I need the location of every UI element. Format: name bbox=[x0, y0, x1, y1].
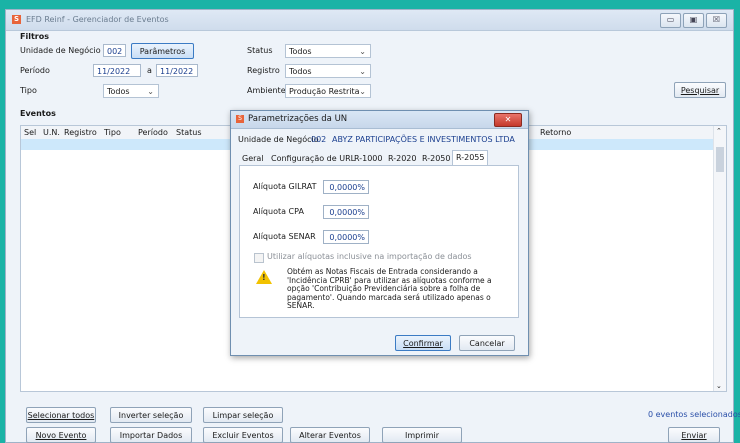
ambiente-select-value: Produção Restrita bbox=[289, 87, 360, 96]
type-label: Tipo bbox=[20, 86, 37, 95]
gilrat-input[interactable]: 0,0000% bbox=[323, 180, 369, 194]
print-button[interactable]: Imprimir bbox=[382, 427, 462, 443]
status-select-value: Todos bbox=[289, 47, 312, 56]
tab-geral[interactable]: Geral bbox=[239, 152, 267, 166]
status-select[interactable]: Todos ⌄ bbox=[285, 44, 371, 58]
tab-r2055[interactable]: R-2055 bbox=[452, 150, 489, 165]
gilrat-label: Alíquota GILRAT bbox=[253, 182, 317, 191]
selected-count: 0 eventos selecionados bbox=[648, 410, 740, 419]
minimize-button[interactable]: ▭ bbox=[660, 13, 681, 28]
app-icon: S bbox=[236, 115, 244, 123]
type-select-value: Todos bbox=[107, 87, 130, 96]
chevron-down-icon: ⌄ bbox=[359, 67, 366, 76]
dialog-unit-label: Unidade de Negócio bbox=[238, 135, 319, 144]
import-data-button[interactable]: Importar Dados bbox=[110, 427, 192, 443]
params-button[interactable]: Parâmetros bbox=[131, 43, 194, 59]
unit-label: Unidade de Negócio bbox=[20, 46, 101, 55]
tab-r2020[interactable]: R-2020 bbox=[385, 152, 419, 166]
events-heading: Eventos bbox=[20, 109, 56, 118]
ambiente-label: Ambiente bbox=[247, 86, 286, 95]
vertical-scrollbar[interactable]: ⌃ ⌄ bbox=[713, 126, 726, 391]
scroll-up-icon[interactable]: ⌃ bbox=[716, 127, 722, 135]
invert-selection-button[interactable]: Inverter seleção bbox=[110, 407, 192, 423]
dialog-close-button[interactable]: ✕ bbox=[494, 113, 522, 127]
search-button[interactable]: Pesquisar bbox=[674, 82, 726, 98]
dialog-unit-code: 002 bbox=[311, 135, 327, 144]
dialog-unit-name: ABYZ PARTICIPAÇÕES E INVESTIMENTOS LTDA bbox=[332, 135, 515, 144]
status-label: Status bbox=[247, 46, 273, 55]
col-registro[interactable]: Registro bbox=[64, 128, 97, 137]
send-button[interactable]: Enviar bbox=[668, 427, 720, 443]
import-rates-checkbox[interactable] bbox=[254, 253, 264, 263]
r2055-panel: Alíquota GILRAT 0,0000% Alíquota CPA 0,0… bbox=[239, 165, 519, 318]
dialog-title-bar[interactable]: S Parametrizações da UN ✕ bbox=[231, 111, 528, 129]
tab-r1000[interactable]: R-1000 bbox=[351, 152, 385, 166]
cpa-label: Alíquota CPA bbox=[253, 207, 304, 216]
period-label: Período bbox=[20, 66, 50, 75]
new-event-button[interactable]: Novo Evento bbox=[26, 427, 96, 443]
select-all-button[interactable]: Selecionar todos bbox=[26, 407, 96, 423]
chevron-down-icon: ⌄ bbox=[359, 47, 366, 56]
period-separator: a bbox=[147, 66, 152, 75]
dialog-title: Parametrizações da UN bbox=[248, 114, 348, 124]
warning-message: Obtém as Notas Fiscais de Entrada consid… bbox=[287, 267, 492, 311]
col-status[interactable]: Status bbox=[176, 128, 202, 137]
col-un[interactable]: U.N. bbox=[43, 128, 60, 137]
cancel-button[interactable]: Cancelar bbox=[459, 335, 515, 351]
chevron-down-icon: ⌄ bbox=[147, 87, 154, 96]
filters-heading: Filtros bbox=[20, 32, 49, 41]
tab-r2050[interactable]: R-2050 bbox=[419, 152, 453, 166]
delete-events-button[interactable]: Excluir Eventos bbox=[203, 427, 283, 443]
col-tipo[interactable]: Tipo bbox=[104, 128, 121, 137]
cpa-input[interactable]: 0,0000% bbox=[323, 205, 369, 219]
col-retorno[interactable]: Retorno bbox=[540, 128, 571, 137]
tab-url-config[interactable]: Configuração de URL bbox=[268, 152, 358, 166]
scroll-down-icon[interactable]: ⌄ bbox=[716, 382, 722, 390]
col-sel[interactable]: Sel bbox=[24, 128, 36, 137]
app-icon: S bbox=[12, 15, 21, 24]
type-select[interactable]: Todos ⌄ bbox=[103, 84, 159, 98]
window-title: EFD Reinf - Gerenciador de Eventos bbox=[26, 15, 169, 24]
unit-input[interactable]: 002 bbox=[103, 44, 126, 57]
chevron-down-icon: ⌄ bbox=[359, 87, 366, 96]
senar-input[interactable]: 0,0000% bbox=[323, 230, 369, 244]
change-events-button[interactable]: Alterar Eventos bbox=[290, 427, 370, 443]
clear-selection-button[interactable]: Limpar seleção bbox=[203, 407, 283, 423]
ambiente-select[interactable]: Produção Restrita ⌄ bbox=[285, 84, 371, 98]
import-rates-label: Utilizar alíquotas inclusive na importaç… bbox=[267, 252, 472, 261]
title-bar: S EFD Reinf - Gerenciador de Eventos ▭ ▣… bbox=[6, 10, 733, 31]
period-to-input[interactable]: 11/2022 bbox=[156, 64, 198, 77]
registro-select[interactable]: Todos ⌄ bbox=[285, 64, 371, 78]
confirm-button[interactable]: Confirmar bbox=[395, 335, 451, 351]
un-parameters-dialog: S Parametrizações da UN ✕ Unidade de Neg… bbox=[230, 110, 529, 356]
period-from-input[interactable]: 11/2022 bbox=[93, 64, 141, 77]
maximize-button[interactable]: ▣ bbox=[683, 13, 704, 28]
senar-label: Alíquota SENAR bbox=[253, 232, 316, 241]
registro-select-value: Todos bbox=[289, 67, 312, 76]
warning-icon: ! bbox=[256, 270, 272, 284]
col-periodo[interactable]: Período bbox=[138, 128, 168, 137]
registro-label: Registro bbox=[247, 66, 280, 75]
close-window-button[interactable]: ☒ bbox=[706, 13, 727, 28]
scroll-thumb[interactable] bbox=[716, 147, 724, 172]
